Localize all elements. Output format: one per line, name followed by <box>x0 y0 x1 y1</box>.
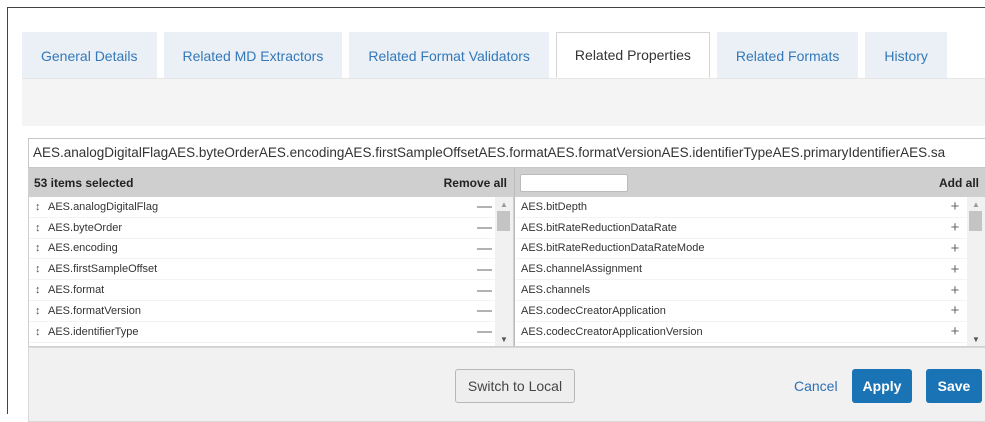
list-item[interactable]: ↕ AES.encoding — <box>29 239 495 260</box>
scroll-up-icon[interactable]: ▲ <box>967 197 985 211</box>
remove-item-button[interactable]: — <box>477 282 492 299</box>
item-label: AES.channelAssignment <box>521 263 643 276</box>
scroll-up-icon[interactable]: ▲ <box>495 197 513 211</box>
item-label: AES.encoding <box>48 242 118 255</box>
available-rows: AES.bitDepth + AES.bitRateReductionDataRa… <box>515 197 967 346</box>
tab-related-format-validators[interactable]: Related Format Validators <box>349 32 549 78</box>
add-all-button[interactable]: Add all <box>939 176 979 190</box>
drag-handle-icon[interactable]: ↕ <box>35 305 43 317</box>
remove-item-button[interactable]: — <box>477 198 492 215</box>
selected-rows: ↕ AES.analogDigitalFlag — ↕ AES.byteOrder — … <box>29 197 495 346</box>
add-item-button[interactable]: + <box>949 302 961 319</box>
item-label: AES.bitDepth <box>521 200 588 213</box>
related-properties-panel: AES.analogDigitalFlag AES.byteOrder AES.en… <box>22 126 985 422</box>
remove-item-button[interactable]: — <box>477 302 492 319</box>
selected-list: 53 items selected Remove all ↕ AES.analog… <box>28 168 514 347</box>
tab-history[interactable]: History <box>865 32 947 78</box>
item-label: AES.codecCreatorApplication <box>521 304 666 317</box>
list-item[interactable]: ↕ AES.identifierType — <box>29 322 495 343</box>
item-label: AES.analogDigitalFlag <box>48 200 159 213</box>
drag-handle-icon[interactable]: ↕ <box>35 201 43 213</box>
drag-handle-icon[interactable]: ↕ <box>35 263 43 275</box>
apply-button[interactable]: Apply <box>852 369 912 403</box>
available-list-scrollbar[interactable]: ▲ ▼ <box>967 197 985 346</box>
item-label: AES.bitRateReductionDataRate <box>521 221 677 234</box>
page-frame: General Details Related MD Extractors Re… <box>7 7 985 422</box>
list-item[interactable]: ↕ AES.formatVersion — <box>29 301 495 322</box>
drag-handle-icon[interactable]: ↕ <box>35 326 43 338</box>
available-list-header: Add all <box>515 169 985 197</box>
list-item[interactable]: ↕ AES.analogDigitalFlag — <box>29 197 495 218</box>
item-label: AES.channels <box>521 284 591 297</box>
add-item-button[interactable]: + <box>949 282 961 299</box>
item-label: AES.bitRateReductionDataRateMode <box>521 242 705 255</box>
tab-bar: General Details Related MD Extractors Re… <box>22 32 947 78</box>
selected-list-header: 53 items selected Remove all <box>29 169 513 197</box>
save-button[interactable]: Save <box>926 369 982 403</box>
remove-item-button[interactable]: — <box>477 261 492 278</box>
list-item[interactable]: AES.channels + <box>515 280 967 301</box>
footer-bar: Switch to Local Cancel Apply Save <box>28 347 985 422</box>
add-item-button[interactable]: + <box>949 323 961 340</box>
item-label: AES.formatVersion <box>48 304 141 317</box>
tab-related-md-extractors[interactable]: Related MD Extractors <box>163 32 343 78</box>
list-item[interactable]: AES.bitRateReductionDataRate + <box>515 218 967 239</box>
switch-to-local-button[interactable]: Switch to Local <box>455 369 575 403</box>
scroll-down-icon[interactable]: ▼ <box>495 332 513 346</box>
item-label: AES.format <box>48 284 105 297</box>
scroll-thumb[interactable] <box>969 211 982 231</box>
item-label: AES.identifierType <box>48 325 139 338</box>
scroll-thumb[interactable] <box>497 211 510 231</box>
list-item[interactable]: ↕ AES.format — <box>29 280 495 301</box>
list-item[interactable]: AES.codecCreatorApplicationVersion + <box>515 322 967 343</box>
available-list: Add all AES.bitDepth + AES.bitRateReducti… <box>514 168 985 347</box>
remove-item-button[interactable]: — <box>477 240 492 257</box>
tab-toolbar-strip <box>22 78 985 126</box>
add-item-button[interactable]: + <box>949 198 961 215</box>
item-label: AES.firstSampleOffset <box>48 263 158 276</box>
list-item[interactable]: ↕ AES.firstSampleOffset — <box>29 259 495 281</box>
list-item[interactable]: AES.bitDepth + <box>515 197 967 218</box>
cancel-button[interactable]: Cancel <box>794 369 838 403</box>
tab-related-formats[interactable]: Related Formats <box>716 32 859 78</box>
list-item[interactable]: AES.codecCreatorApplication + <box>515 301 967 322</box>
add-item-button[interactable]: + <box>949 219 961 236</box>
scroll-down-icon[interactable]: ▼ <box>967 332 985 346</box>
tab-related-properties[interactable]: Related Properties <box>555 32 710 78</box>
remove-item-button[interactable]: — <box>477 219 492 236</box>
tab-general-details[interactable]: General Details <box>22 32 157 78</box>
item-label: AES.byteOrder <box>48 221 122 234</box>
list-item[interactable]: AES.bitRateReductionDataRateMode + <box>515 239 967 260</box>
add-item-button[interactable]: + <box>949 240 961 257</box>
drag-handle-icon[interactable]: ↕ <box>35 284 43 296</box>
list-item[interactable]: AES.channelAssignment + <box>515 259 967 281</box>
drag-handle-icon[interactable]: ↕ <box>35 242 43 254</box>
selected-properties-field[interactable]: AES.analogDigitalFlagAES.byteOrderAES.en… <box>28 138 985 168</box>
selected-list-scrollbar[interactable]: ▲ ▼ <box>495 197 513 346</box>
selected-count: 53 items selected <box>34 176 134 190</box>
list-item[interactable]: ↕ AES.byteOrder — <box>29 218 495 239</box>
add-item-button[interactable]: + <box>949 261 961 278</box>
remove-item-button[interactable]: — <box>477 323 492 340</box>
remove-all-button[interactable]: Remove all <box>444 176 507 190</box>
available-filter-input[interactable] <box>520 174 628 192</box>
item-label: AES.codecCreatorApplicationVersion <box>521 325 703 338</box>
drag-handle-icon[interactable]: ↕ <box>35 222 43 234</box>
